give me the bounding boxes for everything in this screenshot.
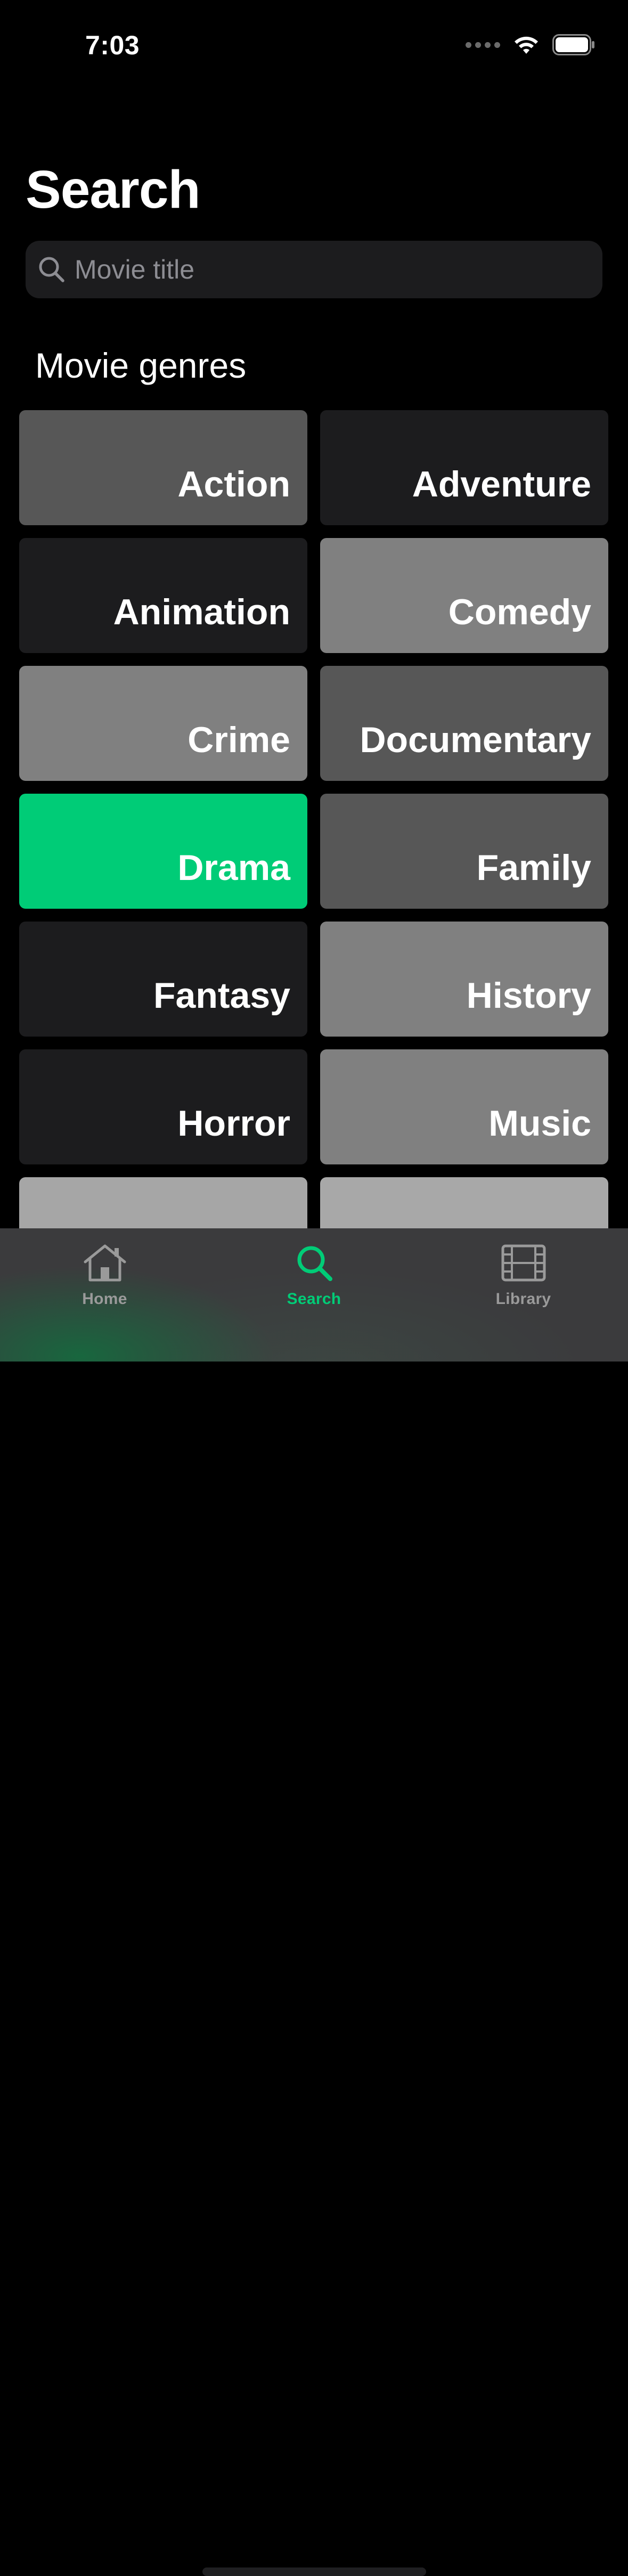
wifi-icon: [515, 36, 538, 54]
genre-tile-family[interactable]: Family: [320, 794, 608, 909]
tab-label: Home: [82, 1290, 127, 1308]
genre-tile-history[interactable]: History: [320, 922, 608, 1037]
genre-tile-crime[interactable]: Crime: [19, 666, 307, 781]
search-field[interactable]: [26, 241, 602, 298]
genre-tile-fantasy[interactable]: Fantasy: [19, 922, 307, 1037]
status-indicators: [466, 34, 595, 55]
battery-icon: [552, 34, 594, 55]
genre-tile-documentary[interactable]: Documentary: [320, 666, 608, 781]
genre-grid: Action Adventure Animation Comedy Crime …: [19, 410, 608, 1292]
genre-label: Documentary: [360, 720, 591, 760]
genre-tile-music[interactable]: Music: [320, 1049, 608, 1164]
genre-label: Adventure: [412, 464, 591, 504]
genre-tile-drama[interactable]: Drama: [19, 794, 307, 909]
genre-label: Family: [476, 847, 591, 888]
page-title: Search: [26, 160, 201, 219]
genre-label: Animation: [113, 592, 290, 632]
genre-label: Action: [177, 464, 290, 504]
search-icon: [37, 255, 66, 284]
film-icon: [500, 1239, 548, 1287]
genre-label: Crime: [187, 720, 290, 760]
tab-home[interactable]: Home: [0, 1228, 209, 1362]
tab-library[interactable]: Library: [419, 1228, 628, 1362]
magnifier-icon: [290, 1239, 338, 1287]
house-icon: [81, 1239, 129, 1287]
status-bar: 7:03: [0, 0, 628, 80]
search-input[interactable]: [74, 254, 587, 286]
tab-label: Search: [287, 1290, 341, 1308]
tab-label: Library: [495, 1290, 551, 1308]
section-title: Movie genres: [35, 346, 247, 385]
cellular-signal-icon: [466, 42, 500, 48]
home-indicator[interactable]: [202, 2567, 426, 2576]
genre-tile-action[interactable]: Action: [19, 410, 307, 525]
genre-tile-adventure[interactable]: Adventure: [320, 410, 608, 525]
genre-label: Comedy: [448, 592, 591, 632]
genre-label: History: [466, 975, 591, 1016]
tab-search[interactable]: Search: [209, 1228, 419, 1362]
genre-tile-animation[interactable]: Animation: [19, 538, 307, 653]
genre-label: Music: [488, 1103, 591, 1144]
status-time: 7:03: [85, 30, 140, 60]
genre-tile-comedy[interactable]: Comedy: [320, 538, 608, 653]
genre-label: Drama: [177, 847, 290, 888]
genre-label: Fantasy: [153, 975, 290, 1016]
genre-tile-horror[interactable]: Horror: [19, 1049, 307, 1164]
tab-bar: Home Search Library: [0, 1228, 628, 2576]
genre-label: Horror: [177, 1103, 290, 1144]
